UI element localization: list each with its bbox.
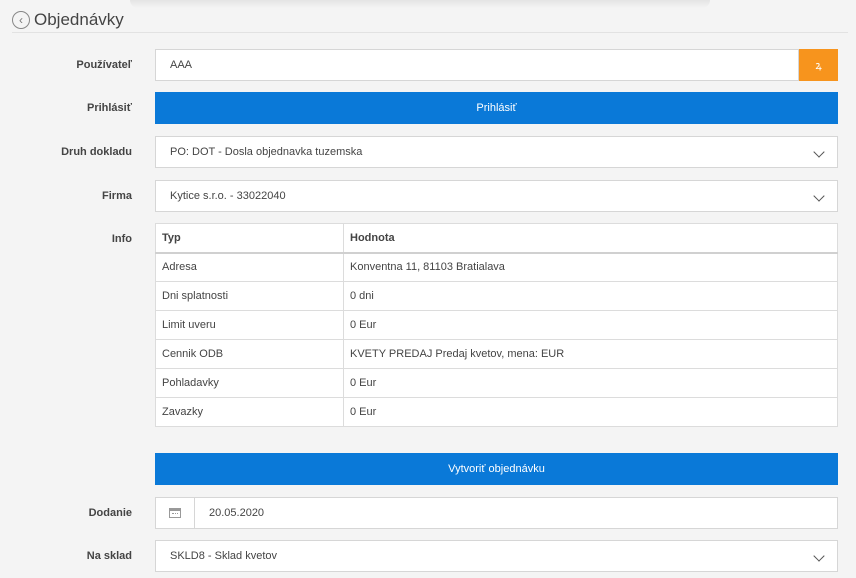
table-row: Limit uveru 0 Eur xyxy=(155,310,838,340)
doc-type-label: Druh dokladu xyxy=(61,146,132,158)
table-cell: Cennik ODB xyxy=(155,339,344,369)
table-cell: Limit uveru xyxy=(155,310,344,340)
table-cell: 0 Eur xyxy=(343,368,838,398)
table-row: Dni splatnosti 0 dni xyxy=(155,281,838,311)
page-header: ‹ Objednávky xyxy=(12,8,124,32)
login-label: Prihlásiť xyxy=(86,102,132,114)
company-label: Firma xyxy=(102,190,132,202)
company-value: Kytice s.r.o. - 33022040 xyxy=(170,190,286,202)
table-cell: Dni splatnosti xyxy=(155,281,344,311)
date-picker-button[interactable] xyxy=(155,497,194,529)
column-header-value: Hodnota xyxy=(343,223,838,254)
table-cell: Adresa xyxy=(155,252,344,282)
header-divider xyxy=(12,32,848,33)
page-title: Objednávky xyxy=(34,10,124,29)
user-input[interactable]: AAA xyxy=(155,49,799,81)
warehouse-value: SKLD8 - Sklad kvetov xyxy=(170,550,277,562)
table-cell: Zavazky xyxy=(155,397,344,427)
table-cell: KVETY PREDAJ Predaj kvetov, mena: EUR xyxy=(343,339,838,369)
user-search-icon: ꝝ xyxy=(815,59,822,72)
table-cell: 0 dni xyxy=(343,281,838,311)
table-cell: 0 Eur xyxy=(343,397,838,427)
chevron-down-icon xyxy=(813,550,825,562)
doc-type-select[interactable]: PO: DOT - Dosla objednavka tuzemska xyxy=(155,136,838,168)
delivery-date-input[interactable]: 20.05.2020 xyxy=(194,497,838,529)
chevron-down-icon xyxy=(813,146,825,158)
table-row: Adresa Konventna 11, 81103 Bratialava xyxy=(155,252,838,282)
table-row: Zavazky 0 Eur xyxy=(155,397,838,427)
company-select[interactable]: Kytice s.r.o. - 33022040 xyxy=(155,180,838,212)
create-order-button[interactable]: Vytvoriť objednávku xyxy=(155,453,838,485)
info-table: Typ Hodnota Adresa Konventna 11, 81103 B… xyxy=(155,223,838,427)
table-header-row: Typ Hodnota xyxy=(155,223,838,254)
table-cell: 0 Eur xyxy=(343,310,838,340)
table-row: Cennik ODB KVETY PREDAJ Predaj kvetov, m… xyxy=(155,339,838,369)
chevron-down-icon xyxy=(813,190,825,202)
doc-type-value: PO: DOT - Dosla objednavka tuzemska xyxy=(170,146,363,158)
user-value: AAA xyxy=(170,59,193,71)
calendar-icon xyxy=(169,508,181,518)
table-cell: Pohladavky xyxy=(155,368,344,398)
back-icon[interactable]: ‹ xyxy=(12,11,30,29)
login-button[interactable]: Prihlásiť xyxy=(155,92,838,124)
column-header-type: Typ xyxy=(155,223,344,254)
warehouse-label: Na sklad xyxy=(86,550,132,562)
delivery-date-value: 20.05.2020 xyxy=(209,507,265,519)
user-search-button[interactable]: ꝝ xyxy=(799,49,838,81)
delivery-label: Dodanie xyxy=(88,507,132,519)
info-label: Info xyxy=(111,233,132,245)
top-shadow xyxy=(130,0,710,8)
table-cell: Konventna 11, 81103 Bratialava xyxy=(343,252,838,282)
user-label: Používateľ xyxy=(76,59,132,71)
warehouse-select[interactable]: SKLD8 - Sklad kvetov xyxy=(155,540,838,572)
table-row: Pohladavky 0 Eur xyxy=(155,368,838,398)
